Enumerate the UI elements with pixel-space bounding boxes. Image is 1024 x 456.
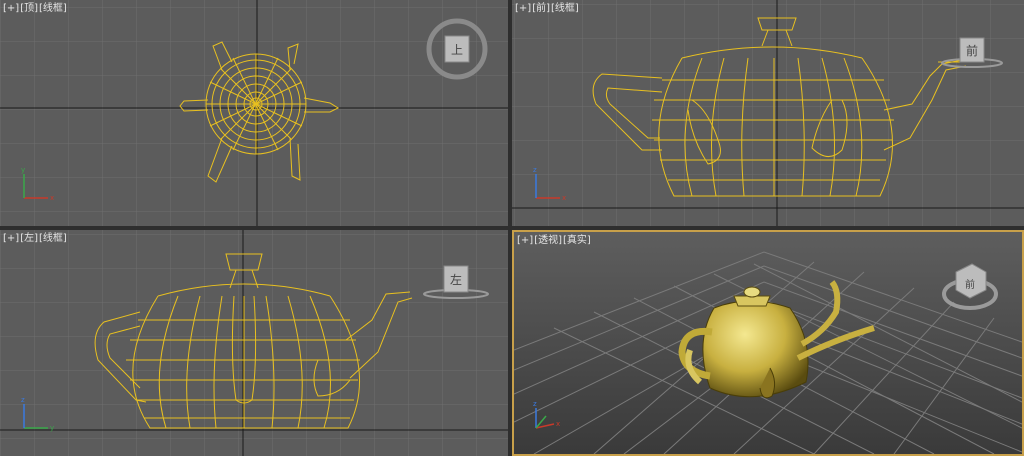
viewport-menu-button[interactable]: [+] (3, 233, 19, 244)
viewport-label-front[interactable]: [+][前][线框] (515, 3, 580, 15)
viewport-menu-button[interactable]: [+] (517, 235, 533, 246)
viewport-menu-button[interactable]: [+] (515, 3, 531, 14)
viewport-perspective[interactable]: [+][透视][真实] 前 x z (512, 230, 1024, 456)
top-view-canvas: 上 x y (0, 0, 508, 226)
viewcube-face-label: 前 (965, 278, 975, 291)
viewcube-perspective[interactable]: 前 (942, 263, 998, 310)
viewport-front[interactable]: [+][前][线框] 前 x z (512, 0, 1024, 226)
axis-z-label: z (533, 400, 537, 408)
viewcube-face-label: 左 (450, 272, 462, 287)
view-name-button[interactable]: [透视] (534, 235, 562, 246)
axis-y-label: y (50, 424, 54, 432)
shading-mode-button[interactable]: [线框] (39, 233, 67, 244)
viewport-left[interactable]: [+][左][线框] 左 y z (0, 230, 508, 456)
view-name-button[interactable]: [左] (20, 233, 38, 244)
viewcube-face-label: 前 (966, 43, 978, 58)
axis-x-label: x (556, 420, 560, 428)
viewport-label-left[interactable]: [+][左][线框] (3, 233, 68, 245)
axis-x-label: x (562, 194, 566, 202)
viewport-label-top[interactable]: [+][顶][线框] (3, 3, 68, 15)
axis-z-label: z (21, 396, 25, 404)
axis-x-label: x (50, 194, 54, 202)
viewport-label-perspective[interactable]: [+][透视][真实] (517, 235, 592, 247)
view-name-button[interactable]: [前] (532, 3, 550, 14)
axis-tripod: x z (533, 400, 560, 429)
3d-editor-viewports: [+][顶][线框] 上 x y [+][前][线框] 前 x z [+][左]… (0, 0, 1024, 456)
shading-mode-button[interactable]: [线框] (551, 3, 579, 14)
viewcube-face-label: 上 (451, 43, 463, 57)
perspective-view-canvas: 前 x z (514, 251, 1022, 454)
front-view-canvas: 前 x z (512, 0, 1024, 226)
view-name-button[interactable]: [顶] (20, 3, 38, 14)
shading-mode-button[interactable]: [线框] (39, 3, 67, 14)
axis-z-label: z (533, 166, 537, 174)
axis-y-label: y (21, 166, 25, 174)
left-view-canvas: 左 y z (0, 230, 508, 456)
shading-mode-button[interactable]: [真实] (563, 235, 591, 246)
viewport-menu-button[interactable]: [+] (3, 3, 19, 14)
viewport-top[interactable]: [+][顶][线框] 上 x y (0, 0, 508, 226)
